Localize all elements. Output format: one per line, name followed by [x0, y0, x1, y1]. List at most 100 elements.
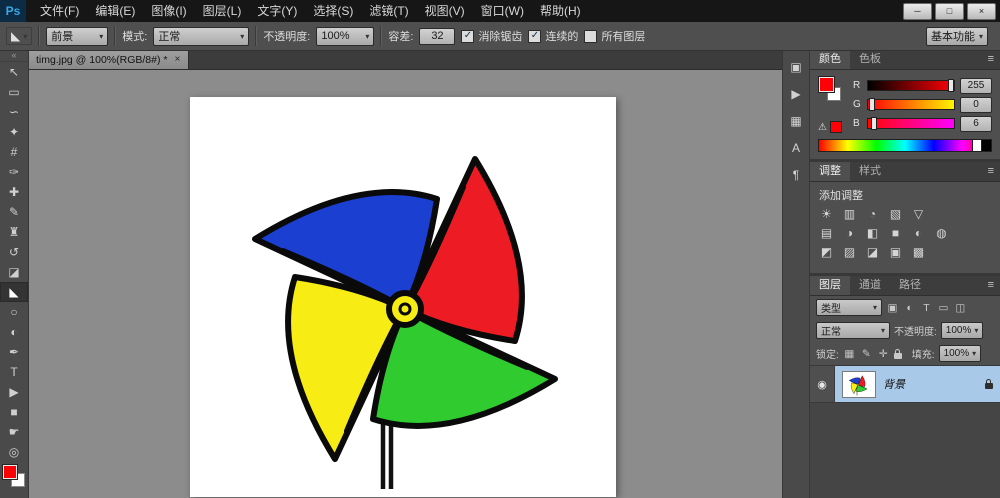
green-value[interactable]: 0: [960, 96, 992, 113]
blue-value[interactable]: 6: [960, 115, 992, 132]
menu-file[interactable]: 文件(F): [32, 0, 87, 22]
tab-swatches[interactable]: 色板: [850, 50, 890, 69]
filter-pixel-icon[interactable]: ▣: [886, 302, 899, 314]
paint-bucket-tool[interactable]: ◣: [0, 282, 28, 302]
foreground-color-swatch[interactable]: [818, 76, 835, 93]
menu-image[interactable]: 图像(I): [143, 0, 194, 22]
marquee-tool[interactable]: ▭: [0, 82, 28, 102]
crop-tool[interactable]: #: [0, 142, 28, 162]
adjustment-icon[interactable]: ■: [888, 227, 903, 240]
adjustment-icon[interactable]: ◑: [842, 227, 857, 240]
adjustment-icon[interactable]: ◔: [865, 208, 880, 221]
dodge-tool[interactable]: ◐: [0, 322, 28, 342]
lock-transparency-icon[interactable]: ▦: [843, 348, 856, 360]
black-swatch[interactable]: [981, 140, 991, 151]
adjustment-icon[interactable]: ☀: [819, 208, 834, 221]
eraser-tool[interactable]: ◪: [0, 262, 28, 282]
filter-smart-object-icon[interactable]: ◫: [954, 302, 967, 314]
lock-position-icon[interactable]: ✛: [877, 348, 890, 360]
history-panel-icon[interactable]: ▣: [785, 58, 807, 76]
color-spectrum-bar[interactable]: [818, 139, 992, 152]
quick-selection-tool[interactable]: ✦: [0, 122, 28, 142]
maximize-button[interactable]: □: [935, 2, 964, 20]
healing-brush-tool[interactable]: ✚: [0, 182, 28, 202]
tab-styles[interactable]: 样式: [850, 162, 890, 181]
tool-preset-picker[interactable]: ◣ ▾: [6, 27, 33, 45]
eyedropper-tool[interactable]: ✑: [0, 162, 28, 182]
layer-thumbnail[interactable]: [842, 370, 876, 398]
adjustment-icon[interactable]: ◍: [934, 227, 949, 240]
history-brush-tool[interactable]: ↺: [0, 242, 28, 262]
panel-menu-icon[interactable]: ≡: [988, 276, 1000, 295]
layer-filter-select[interactable]: 类型 ▾: [816, 299, 882, 316]
layer-visibility-toggle[interactable]: ◉: [810, 366, 835, 402]
tab-close-icon[interactable]: ×: [174, 54, 180, 65]
menu-help[interactable]: 帮助(H): [532, 0, 589, 22]
workspace-switcher[interactable]: 基本功能 ▾: [925, 26, 988, 46]
adjustment-icon[interactable]: ▥: [842, 208, 857, 221]
filter-type-icon[interactable]: T: [920, 302, 933, 314]
adjustment-icon[interactable]: ◧: [865, 227, 880, 240]
menu-layer[interactable]: 图层(L): [195, 0, 250, 22]
antialias-checkbox[interactable]: ✓ 消除锯齿: [461, 28, 522, 44]
tab-paths[interactable]: 路径: [890, 276, 930, 295]
slider-knob[interactable]: [947, 79, 954, 92]
path-selection-tool[interactable]: ▶: [0, 382, 28, 402]
paragraph-panel-icon[interactable]: ¶: [785, 166, 807, 184]
red-value[interactable]: 255: [960, 77, 992, 94]
slider-knob[interactable]: [868, 98, 875, 111]
menu-window[interactable]: 窗口(W): [473, 0, 532, 22]
document-tab[interactable]: timg.jpg @ 100%(RGB/8#) * ×: [28, 50, 190, 69]
clone-stamp-tool[interactable]: ♜: [0, 222, 28, 242]
lock-pixels-icon[interactable]: ✎: [860, 348, 873, 360]
toolbar-collapse-icon[interactable]: «: [0, 50, 28, 62]
tab-channels[interactable]: 通道: [850, 276, 890, 295]
menu-edit[interactable]: 编辑(E): [87, 0, 143, 22]
filter-shape-icon[interactable]: ▭: [937, 302, 950, 314]
lock-all-icon[interactable]: [893, 348, 902, 359]
color-swatches-widget[interactable]: [818, 76, 842, 102]
move-tool[interactable]: ↖: [0, 62, 28, 82]
actions-panel-icon[interactable]: ▶: [785, 85, 807, 103]
menu-filter[interactable]: 滤镜(T): [361, 0, 416, 22]
panel-menu-icon[interactable]: ≡: [988, 162, 1000, 181]
adjustment-icon[interactable]: ▧: [888, 208, 903, 221]
close-button[interactable]: ×: [967, 2, 996, 20]
image-canvas[interactable]: [190, 97, 616, 497]
foreground-color-swatch[interactable]: [2, 464, 18, 480]
fill-select[interactable]: 100% ▾: [938, 345, 982, 362]
panel-menu-icon[interactable]: ≡: [988, 50, 1000, 69]
adjustment-icon[interactable]: ▣: [888, 246, 903, 259]
tab-color[interactable]: 颜色: [810, 50, 850, 69]
blue-slider[interactable]: [867, 117, 955, 130]
adjustment-icon[interactable]: ◩: [819, 246, 834, 259]
all-layers-checkbox[interactable]: 所有图层: [584, 28, 645, 44]
gamut-warning-icon[interactable]: ⚠: [818, 122, 827, 133]
menu-select[interactable]: 选择(S): [305, 0, 361, 22]
tab-adjustments[interactable]: 调整: [810, 162, 850, 181]
hand-tool[interactable]: ☛: [0, 422, 28, 442]
lasso-tool[interactable]: ∽: [0, 102, 28, 122]
shape-tool[interactable]: ■: [0, 402, 28, 422]
character-panel-icon[interactable]: A: [785, 139, 807, 157]
red-slider[interactable]: [867, 79, 955, 92]
green-slider[interactable]: [867, 98, 955, 111]
adjustment-icon[interactable]: ◐: [911, 227, 926, 240]
mode-select[interactable]: 正常 ▾: [153, 26, 250, 46]
layer-row-background[interactable]: ◉ 背景: [810, 366, 1000, 403]
adjustment-icon[interactable]: ▩: [911, 246, 926, 259]
menu-view[interactable]: 视图(V): [417, 0, 473, 22]
contiguous-checkbox[interactable]: ✓ 连续的: [528, 28, 578, 44]
canvas-area[interactable]: [28, 69, 784, 498]
opacity-select[interactable]: 100% ▾: [316, 26, 375, 46]
tab-layers[interactable]: 图层: [810, 276, 850, 295]
adjustment-icon[interactable]: ▨: [842, 246, 857, 259]
adjustment-icon[interactable]: ◪: [865, 246, 880, 259]
pen-tool[interactable]: ✒: [0, 342, 28, 362]
gamut-color-swatch[interactable]: [829, 121, 842, 133]
adjustment-icon[interactable]: ▤: [819, 227, 834, 240]
blend-mode-select[interactable]: 正常 ▾: [816, 322, 890, 339]
brush-tool[interactable]: ✎: [0, 202, 28, 222]
zoom-tool[interactable]: ◎: [0, 442, 28, 462]
layer-selected-area[interactable]: 背景: [835, 366, 1000, 402]
